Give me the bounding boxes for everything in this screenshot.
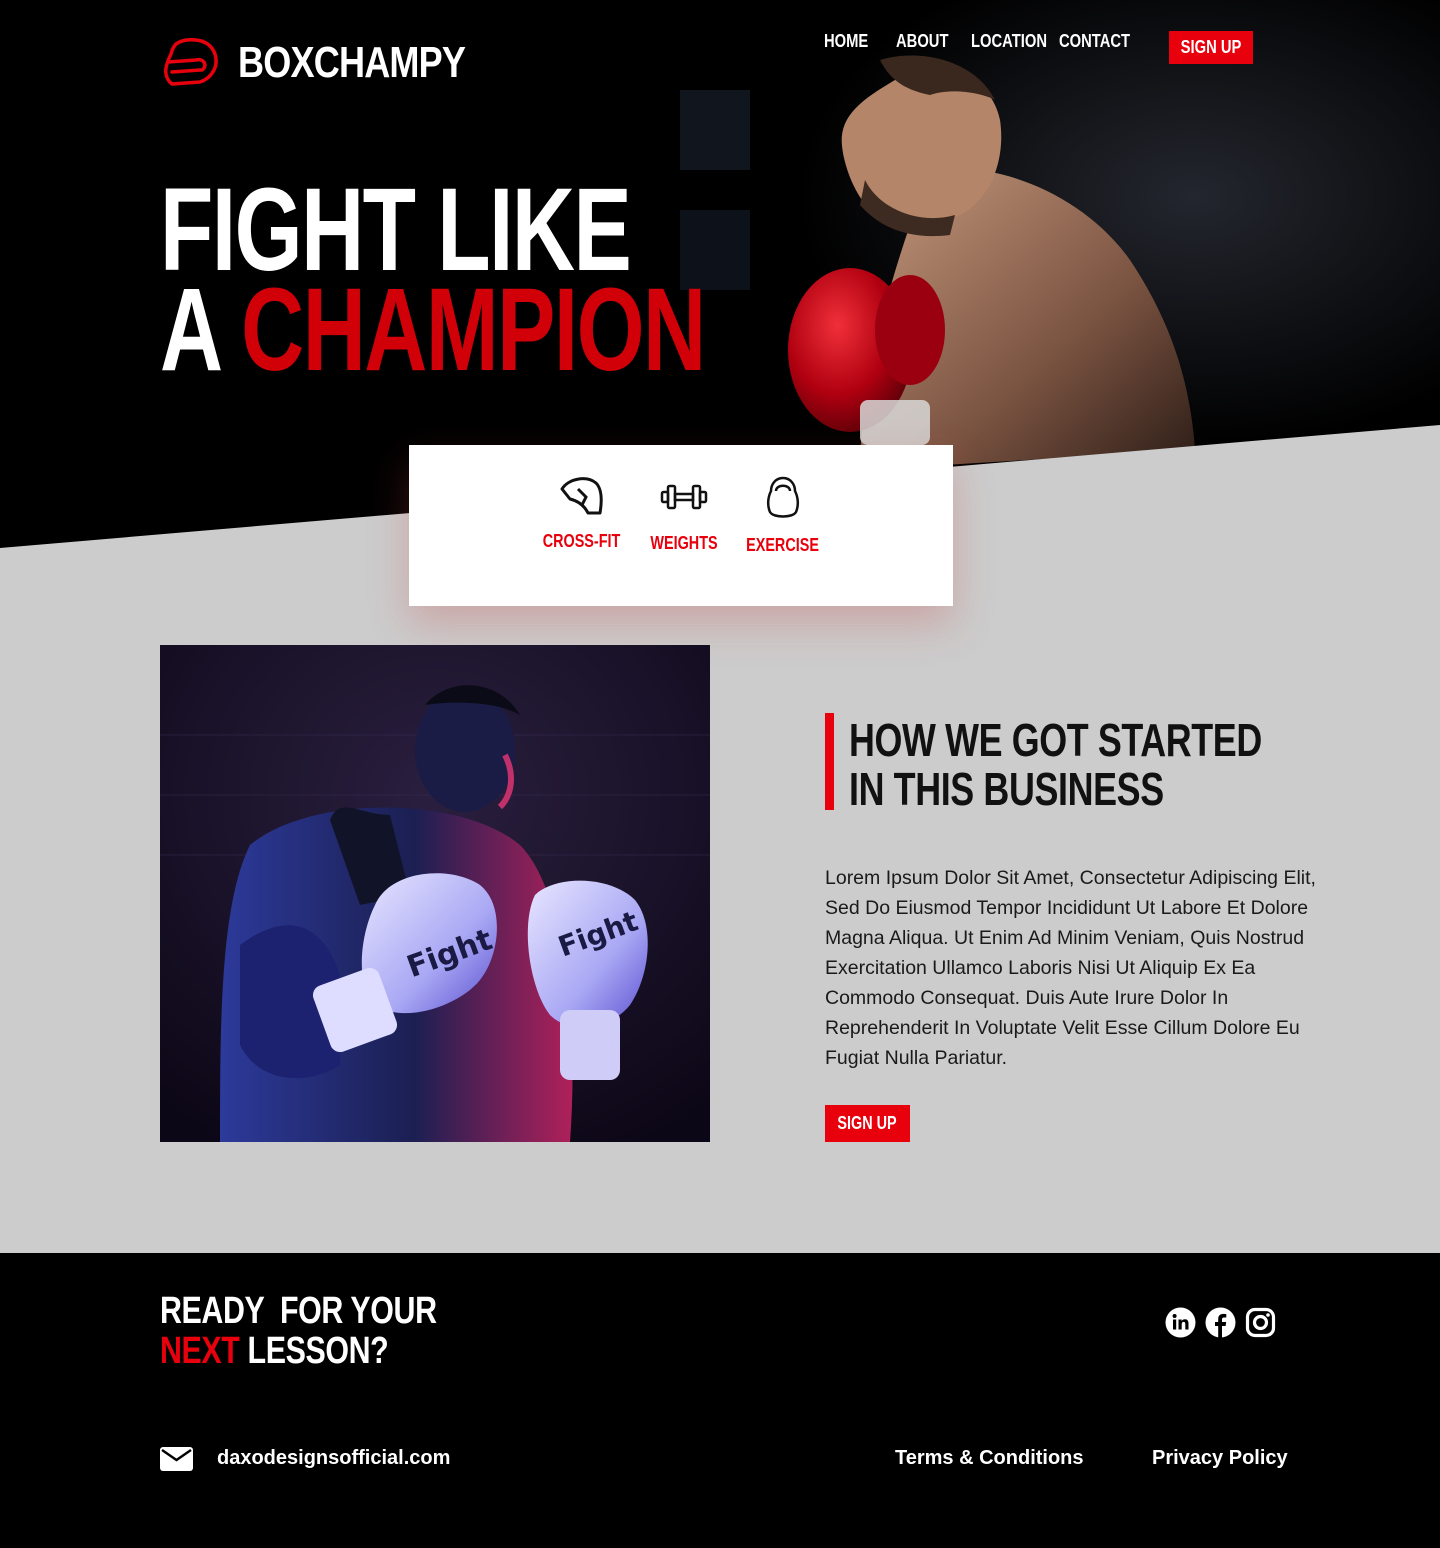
brand-name: BOXCHAMPY bbox=[238, 38, 466, 87]
nav-signup-label: SIGN UP bbox=[1180, 37, 1242, 57]
nav-contact[interactable]: CONTACT bbox=[1059, 31, 1130, 52]
instagram-icon[interactable] bbox=[1245, 1307, 1276, 1338]
about-signup-label: SIGN UP bbox=[837, 1113, 898, 1133]
boxing-glove-logo-icon bbox=[164, 38, 218, 86]
about-photo: Fight Fight bbox=[160, 645, 710, 1142]
hero-headline: FIGHT LIKE A CHAMPION bbox=[160, 171, 896, 389]
kettlebell-icon bbox=[766, 476, 800, 518]
feature-crossfit-label: CROSS-FIT bbox=[542, 531, 620, 551]
about-body: Lorem Ipsum Dolor Sit Amet, Consectetur … bbox=[825, 867, 1316, 1069]
facebook-icon[interactable] bbox=[1205, 1307, 1236, 1338]
dumbbell-icon bbox=[660, 484, 708, 510]
feature-weights[interactable]: WEIGHTS bbox=[634, 475, 734, 554]
about-title-line-1: HOW WE GOT STARTED bbox=[849, 714, 1262, 766]
logo[interactable]: BOXCHAMPY bbox=[162, 38, 515, 88]
hero-line-2-highlight: CHAMPION bbox=[241, 264, 706, 396]
nav-about[interactable]: ABOUT bbox=[896, 31, 948, 52]
privacy-link[interactable]: Privacy Policy bbox=[1152, 1447, 1288, 1470]
mail-icon bbox=[160, 1447, 193, 1476]
footer-cta-highlight: NEXT bbox=[160, 1330, 240, 1372]
about-title: HOW WE GOT STARTED IN THIS BUSINESS bbox=[849, 716, 1378, 814]
feature-weights-label: WEIGHTS bbox=[650, 533, 718, 553]
contact-email[interactable]: daxodesignsofficial.com bbox=[217, 1447, 450, 1470]
nav-home[interactable]: HOME bbox=[824, 31, 868, 52]
hero-line-2: A CHAMPION bbox=[160, 271, 706, 389]
nav-location[interactable]: LOCATION bbox=[971, 31, 1047, 52]
feature-exercise-label: EXERCISE bbox=[746, 535, 820, 555]
footer-cta-line-2: NEXT LESSON? bbox=[160, 1331, 437, 1371]
footer-cta-line-1: READY FOR YOUR bbox=[160, 1290, 437, 1332]
features-card: CROSS-FIT WEIGHTS EXERCISE bbox=[409, 445, 953, 606]
social-links bbox=[1165, 1307, 1276, 1338]
footer: READY FOR YOUR NEXT LESSON? daxodesignso… bbox=[0, 1253, 1440, 1548]
footer-cta-rest: LESSON? bbox=[239, 1330, 389, 1372]
feature-crossfit[interactable]: CROSS-FIT bbox=[531, 475, 631, 552]
footer-cta: READY FOR YOUR NEXT LESSON? bbox=[160, 1291, 506, 1371]
linkedin-icon[interactable] bbox=[1165, 1307, 1196, 1338]
about-signup-button[interactable]: SIGN UP bbox=[825, 1105, 910, 1142]
helmet-icon bbox=[560, 477, 603, 515]
title-accent-bar bbox=[825, 713, 834, 810]
about-title-line-2: IN THIS BUSINESS bbox=[849, 763, 1164, 815]
hero-line-2-prefix: A bbox=[160, 264, 220, 396]
nav-signup-button[interactable]: SIGN UP bbox=[1169, 31, 1253, 64]
main-nav: HOME ABOUT LOCATION CONTACT SIGN UP bbox=[824, 31, 1253, 64]
feature-exercise[interactable]: EXERCISE bbox=[733, 475, 833, 556]
terms-link[interactable]: Terms & Conditions bbox=[895, 1447, 1084, 1470]
